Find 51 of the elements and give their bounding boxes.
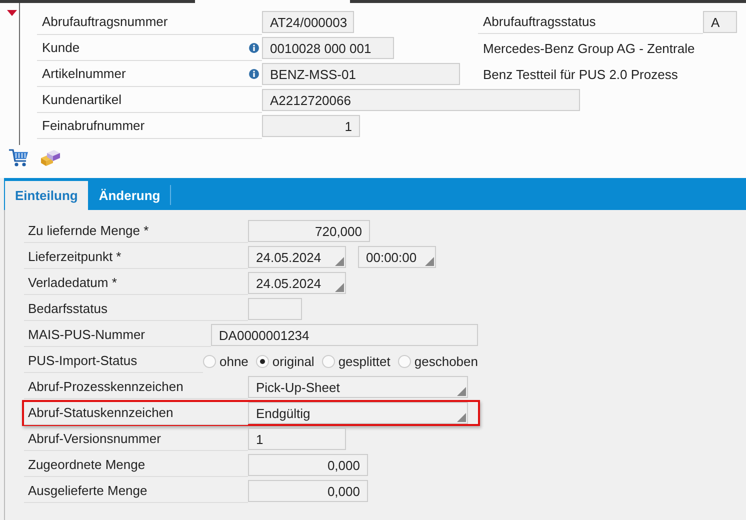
field-label: Bedarfsstatus — [28, 301, 108, 316]
field-label: Zu liefernde Menge * — [28, 223, 149, 238]
input-field[interactable] — [248, 298, 302, 320]
input-field[interactable]: BENZ-MSS-01 — [262, 63, 460, 85]
info-icon[interactable] — [249, 42, 259, 52]
field-label: Zugeordnete Menge — [28, 457, 146, 472]
input-field[interactable]: DA0000001234 — [210, 324, 478, 346]
field-label: Abruf-Statuskennzeichen — [28, 405, 174, 420]
boxes-icon[interactable] — [39, 149, 61, 167]
input-field[interactable]: AT24/000003 — [262, 11, 354, 33]
field-label: PUS-Import-Status — [28, 353, 138, 368]
time-field[interactable]: 00:00:00 — [358, 246, 436, 268]
field-label: Abrufauftragsstatus — [478, 10, 703, 34]
cart-icon[interactable] — [9, 149, 29, 167]
field-label: Verladedatum * — [28, 275, 117, 290]
date-field[interactable]: 24.05.2024 — [248, 246, 346, 268]
dropdown[interactable]: Pick-Up-Sheet — [248, 376, 468, 398]
input-field[interactable]: 1 — [248, 428, 346, 450]
radio-button[interactable] — [203, 354, 216, 368]
radio-button[interactable] — [398, 354, 412, 368]
input-field[interactable]: 1 — [262, 115, 360, 137]
field-label: Artikelnummer — [42, 66, 126, 81]
info-icon[interactable] — [249, 68, 259, 78]
date-field[interactable]: 24.05.2024 — [248, 272, 346, 294]
collapse-arrow-icon[interactable] — [7, 10, 17, 16]
input-field[interactable]: A — [703, 11, 737, 33]
dropdown[interactable]: Endgültig — [248, 402, 468, 424]
field-label: Abruf-Prozesskennzeichen — [28, 379, 184, 394]
field-label: MAIS-PUS-Nummer — [28, 327, 146, 342]
radio-button[interactable] — [256, 354, 270, 368]
input-field[interactable]: 0010028 000 001 — [262, 37, 394, 59]
field-label: Ausgelieferte Menge — [28, 483, 148, 498]
radio-label: original — [272, 354, 314, 368]
field-label: Lieferzeitpunkt * — [28, 249, 122, 264]
description-text: Benz Testteil für PUS 2.0 Prozess — [482, 66, 678, 82]
field-label: Feinabrufnummer — [42, 118, 145, 133]
field-label: Abrufauftragsnummer — [42, 14, 168, 29]
field-label: Kundenartikel — [42, 92, 122, 107]
input-field[interactable]: 0,000 — [248, 480, 368, 502]
input-field[interactable]: 720,000 — [248, 220, 370, 242]
input-field[interactable]: 0,000 — [248, 454, 368, 476]
tab[interactable]: Einteilung — [5, 181, 88, 210]
radio-label: geschoben — [414, 354, 478, 368]
tab[interactable]: Änderung — [88, 181, 170, 210]
radio-button[interactable] — [322, 354, 336, 368]
description-text: Mercedes-Benz Group AG - Zentrale — [482, 40, 695, 56]
field-label: Abruf-Versionsnummer — [28, 431, 161, 446]
radio-label: ohne — [219, 354, 248, 368]
input-field[interactable]: A2212720066 — [262, 89, 580, 111]
radio-label: gesplittet — [338, 354, 390, 368]
field-label: Kunde — [42, 40, 80, 55]
